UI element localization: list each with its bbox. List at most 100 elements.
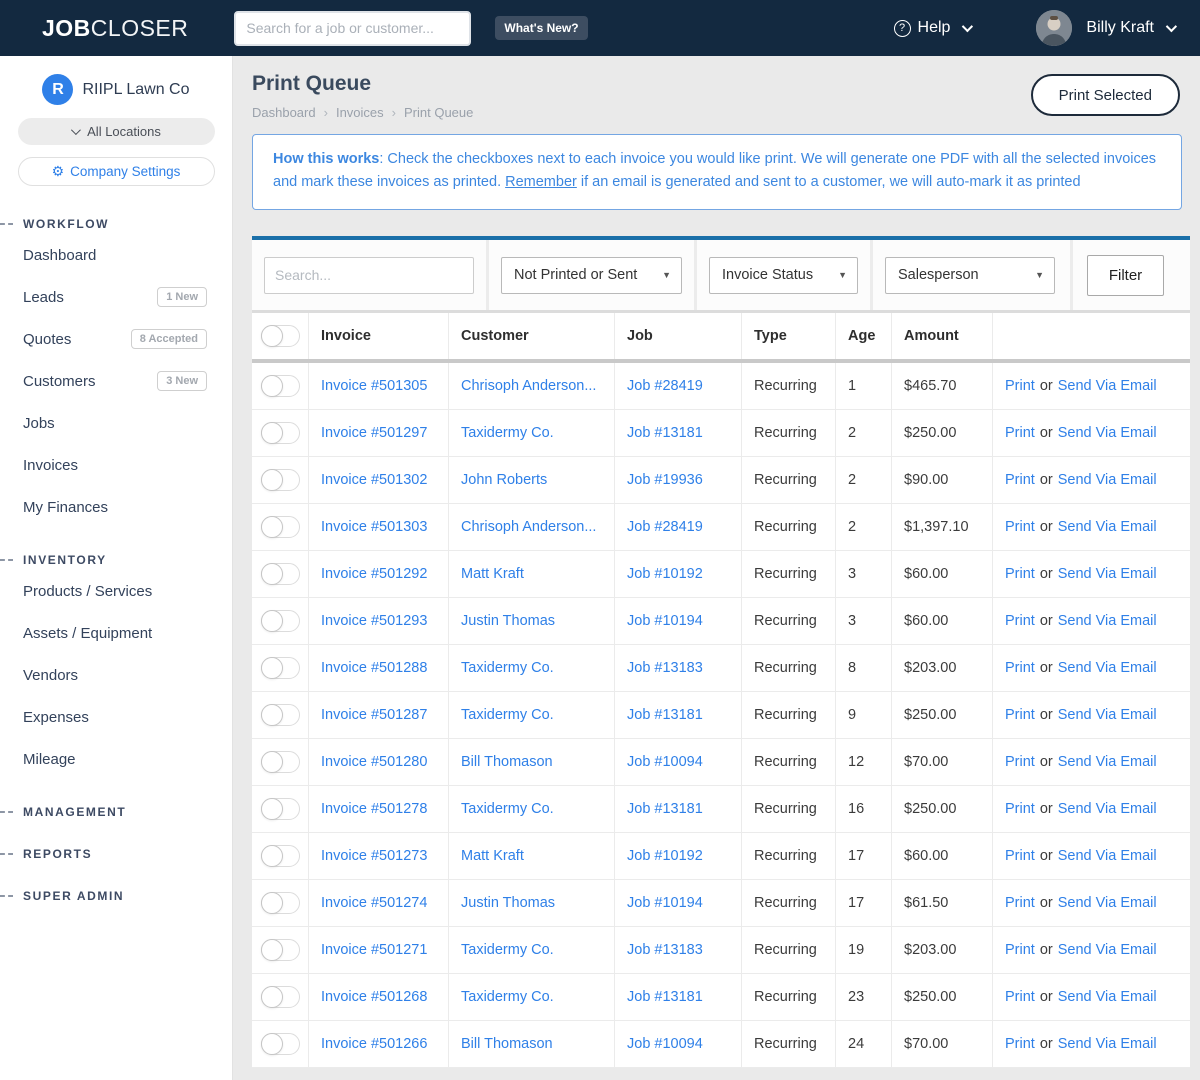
section-header[interactable]: MANAGEMENT	[0, 802, 232, 822]
job-link[interactable]: Job #10094	[627, 1036, 703, 1052]
job-link[interactable]: Job #28419	[627, 519, 703, 535]
invoice-link[interactable]: Invoice #501292	[321, 566, 427, 582]
job-link[interactable]: Job #28419	[627, 378, 703, 394]
send-via-email-link[interactable]: Send Via Email	[1058, 519, 1157, 535]
send-via-email-link[interactable]: Send Via Email	[1058, 801, 1157, 817]
sidebar-item[interactable]: Jobs	[0, 402, 232, 444]
row-select-toggle[interactable]	[260, 845, 300, 867]
print-link[interactable]: Print	[1005, 989, 1035, 1005]
send-via-email-link[interactable]: Send Via Email	[1058, 566, 1157, 582]
row-select-toggle[interactable]	[260, 1033, 300, 1055]
print-link[interactable]: Print	[1005, 848, 1035, 864]
customer-link[interactable]: Justin Thomas	[461, 895, 555, 911]
customer-link[interactable]: Chrisoph Anderson...	[461, 519, 596, 535]
sidebar-item[interactable]: Vendors	[0, 654, 232, 696]
invoice-link[interactable]: Invoice #501293	[321, 613, 427, 629]
invoice-link[interactable]: Invoice #501266	[321, 1036, 427, 1052]
print-link[interactable]: Print	[1005, 1036, 1035, 1052]
send-via-email-link[interactable]: Send Via Email	[1058, 848, 1157, 864]
breadcrumb-item[interactable]: Dashboard ›	[252, 105, 336, 120]
job-link[interactable]: Job #10194	[627, 895, 703, 911]
job-link[interactable]: Job #13181	[627, 425, 703, 441]
row-select-toggle[interactable]	[260, 798, 300, 820]
select-all-toggle[interactable]	[260, 325, 300, 347]
send-via-email-link[interactable]: Send Via Email	[1058, 613, 1157, 629]
row-select-toggle[interactable]	[260, 939, 300, 961]
section-header[interactable]: REPORTS	[0, 844, 232, 864]
row-select-toggle[interactable]	[260, 375, 300, 397]
user-name[interactable]: Billy Kraft	[1086, 19, 1154, 37]
customer-link[interactable]: Matt Kraft	[461, 566, 524, 582]
customer-link[interactable]: Taxidermy Co.	[461, 989, 554, 1005]
row-select-toggle[interactable]	[260, 657, 300, 679]
customer-link[interactable]: Taxidermy Co.	[461, 425, 554, 441]
row-select-toggle[interactable]	[260, 892, 300, 914]
customer-link[interactable]: Taxidermy Co.	[461, 707, 554, 723]
all-locations-dropdown[interactable]: All Locations	[17, 118, 215, 145]
row-select-toggle[interactable]	[260, 563, 300, 585]
print-link[interactable]: Print	[1005, 472, 1035, 488]
sidebar-item[interactable]: Customers 3 New	[0, 360, 232, 402]
breadcrumb-item[interactable]: Invoices ›	[336, 105, 404, 120]
global-search-input[interactable]	[234, 10, 472, 46]
job-link[interactable]: Job #13181	[627, 707, 703, 723]
job-link[interactable]: Job #10094	[627, 754, 703, 770]
customer-link[interactable]: Taxidermy Co.	[461, 942, 554, 958]
customer-link[interactable]: Taxidermy Co.	[461, 801, 554, 817]
send-via-email-link[interactable]: Send Via Email	[1058, 660, 1157, 676]
customer-link[interactable]: John Roberts	[461, 472, 547, 488]
salesperson-select[interactable]: Salesperson ▼	[885, 256, 1055, 294]
user-avatar[interactable]	[1036, 10, 1073, 46]
print-link[interactable]: Print	[1005, 895, 1035, 911]
sidebar-item[interactable]: Assets / Equipment	[0, 612, 232, 654]
send-via-email-link[interactable]: Send Via Email	[1058, 378, 1157, 394]
job-link[interactable]: Job #13183	[627, 660, 703, 676]
print-link[interactable]: Print	[1005, 801, 1035, 817]
print-link[interactable]: Print	[1005, 425, 1035, 441]
chevron-down-icon[interactable]	[1165, 20, 1178, 33]
printed-filter-select[interactable]: Not Printed or Sent ▼	[501, 256, 682, 294]
send-via-email-link[interactable]: Send Via Email	[1058, 707, 1157, 723]
customer-link[interactable]: Taxidermy Co.	[461, 660, 554, 676]
row-select-toggle[interactable]	[260, 516, 300, 538]
sidebar-item[interactable]: Mileage	[0, 738, 232, 780]
send-via-email-link[interactable]: Send Via Email	[1058, 942, 1157, 958]
customer-link[interactable]: Justin Thomas	[461, 613, 555, 629]
print-link[interactable]: Print	[1005, 613, 1035, 629]
row-select-toggle[interactable]	[260, 469, 300, 491]
company-settings-button[interactable]: ⚙ Company Settings	[17, 157, 215, 186]
help-menu[interactable]: ? Help	[893, 19, 974, 37]
table-search-input[interactable]	[264, 256, 474, 294]
job-link[interactable]: Job #13181	[627, 801, 703, 817]
send-via-email-link[interactable]: Send Via Email	[1058, 472, 1157, 488]
filter-button[interactable]: Filter	[1087, 254, 1164, 296]
customer-link[interactable]: Bill Thomason	[461, 754, 553, 770]
send-via-email-link[interactable]: Send Via Email	[1058, 425, 1157, 441]
customer-link[interactable]: Matt Kraft	[461, 848, 524, 864]
breadcrumb-item[interactable]: Print Queue›	[404, 105, 473, 120]
print-link[interactable]: Print	[1005, 378, 1035, 394]
customer-link[interactable]: Bill Thomason	[461, 1036, 553, 1052]
job-link[interactable]: Job #13183	[627, 942, 703, 958]
print-link[interactable]: Print	[1005, 754, 1035, 770]
row-select-toggle[interactable]	[260, 422, 300, 444]
send-via-email-link[interactable]: Send Via Email	[1058, 895, 1157, 911]
section-header[interactable]: SUPER ADMIN	[0, 886, 232, 906]
invoice-link[interactable]: Invoice #501278	[321, 801, 427, 817]
send-via-email-link[interactable]: Send Via Email	[1058, 1036, 1157, 1052]
print-link[interactable]: Print	[1005, 519, 1035, 535]
sidebar-item[interactable]: Dashboard	[0, 234, 232, 276]
sidebar-item[interactable]: Quotes 8 Accepted	[0, 318, 232, 360]
invoice-link[interactable]: Invoice #501297	[321, 425, 427, 441]
job-link[interactable]: Job #10192	[627, 566, 703, 582]
invoice-status-select[interactable]: Invoice Status ▼	[709, 256, 858, 294]
invoice-link[interactable]: Invoice #501273	[321, 848, 427, 864]
sidebar-item[interactable]: Leads 1 New	[0, 276, 232, 318]
sidebar-item[interactable]: My Finances	[0, 486, 232, 528]
row-select-toggle[interactable]	[260, 610, 300, 632]
row-select-toggle[interactable]	[260, 986, 300, 1008]
invoice-link[interactable]: Invoice #501268	[321, 989, 427, 1005]
sidebar-item[interactable]: Expenses	[0, 696, 232, 738]
print-selected-button[interactable]: Print Selected	[1030, 74, 1180, 116]
sidebar-item[interactable]: Products / Services	[0, 570, 232, 612]
